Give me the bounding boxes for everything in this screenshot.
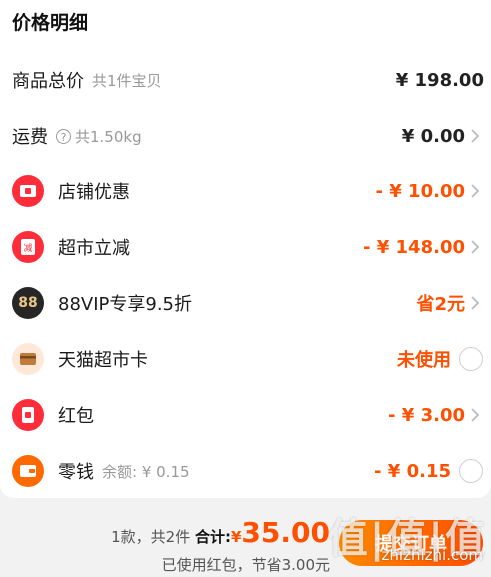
goods-total-row: 商品总价 共1件宝贝 ¥ 198.00	[0, 60, 491, 100]
shop-discount-label: 店铺优惠	[58, 182, 130, 203]
red-packet-row[interactable]: 红包 - ¥ 3.00	[0, 395, 491, 435]
tmall-card-radio[interactable]	[459, 347, 483, 371]
shipping-value: ¥ 0.00	[401, 125, 465, 147]
question-icon[interactable]: ?	[56, 128, 71, 144]
price-detail-card: 价格明细 商品总价 共1件宝贝 ¥ 198.00 运费 ? 共1.50kg ¥ …	[0, 0, 491, 498]
svg-text:减: 减	[23, 242, 32, 254]
chevron-right-icon	[471, 408, 480, 422]
chevron-right-icon	[471, 129, 480, 143]
wallet-icon	[12, 455, 44, 487]
supermarket-discount-label: 超市立减	[58, 238, 130, 259]
vip-discount-row[interactable]: 88 88VIP专享9.5折 省2元	[0, 283, 491, 323]
red-packet-icon	[12, 399, 44, 431]
card-icon	[12, 343, 44, 375]
order-summary: 1款，共2件 合计:¥35.00	[0, 516, 330, 549]
currency-symbol: ¥	[230, 528, 242, 546]
watermark-url: zhizhizhi.com	[381, 546, 483, 564]
tmall-card-row[interactable]: 天猫超市卡 未使用	[0, 339, 491, 379]
page-title: 价格明细	[12, 12, 89, 34]
shipping-weight-text: 共1.50kg	[75, 127, 142, 146]
red-packet-value: - ¥ 3.00	[388, 404, 465, 426]
goods-count-text: 共1件宝贝	[92, 71, 162, 90]
coupon-icon	[12, 175, 44, 207]
change-balance-row[interactable]: 零钱 余额: ¥ 0.15 - ¥ 0.15	[0, 451, 491, 491]
goods-total-value: ¥ 198.00	[395, 69, 484, 91]
vip-88-icon: 88	[12, 287, 44, 319]
chevron-right-icon	[471, 240, 480, 254]
vip-discount-value: 省2元	[416, 294, 465, 315]
goods-total-label: 商品总价	[12, 71, 84, 92]
shop-discount-row[interactable]: 店铺优惠 - ¥ 10.00	[0, 171, 491, 211]
supermarket-discount-value: - ¥ 148.00	[363, 236, 465, 258]
shipping-label: 运费	[12, 127, 48, 148]
saving-text: 已使用红包，节省3.00元	[161, 556, 330, 574]
change-balance-text: 余额: ¥ 0.15	[102, 462, 190, 481]
discount-badge-icon: 减	[12, 231, 44, 263]
vip-discount-label: 88VIP专享9.5折	[58, 294, 193, 315]
total-label: 合计:	[194, 528, 231, 546]
shipping-row[interactable]: 运费 ? 共1.50kg ¥ 0.00	[0, 116, 491, 156]
shop-discount-value: - ¥ 10.00	[375, 180, 465, 202]
change-label: 零钱	[58, 462, 94, 483]
chevron-right-icon	[471, 184, 480, 198]
total-amount: 35.00	[241, 516, 330, 549]
supermarket-discount-row[interactable]: 减 超市立减 - ¥ 148.00	[0, 227, 491, 267]
red-packet-label: 红包	[58, 406, 94, 427]
change-value: - ¥ 0.15	[374, 460, 451, 482]
vip-icon-text: 88	[18, 295, 38, 311]
tmall-card-status: 未使用	[397, 350, 451, 371]
item-count-text: 1款，共2件	[111, 528, 191, 546]
chevron-right-icon	[471, 296, 480, 310]
change-radio[interactable]	[459, 459, 483, 483]
tmall-card-label: 天猫超市卡	[58, 350, 148, 371]
